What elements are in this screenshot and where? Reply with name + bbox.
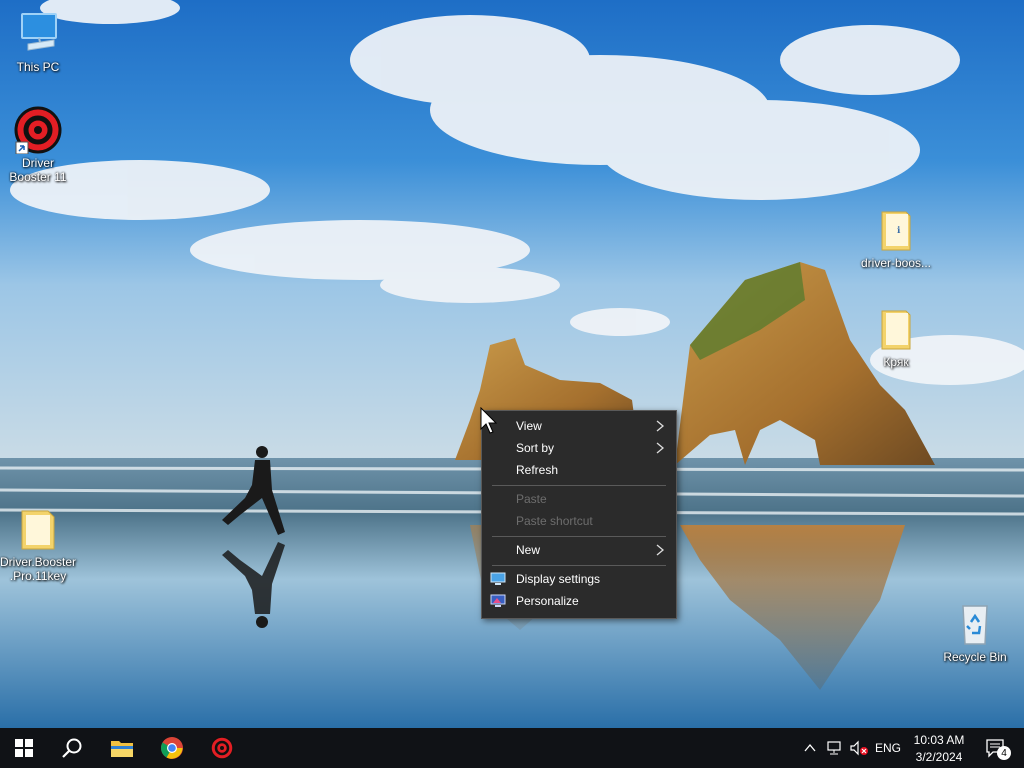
desktop-context-menu: View Sort by Refresh Paste Paste shortcu… <box>481 410 677 619</box>
menu-separator <box>492 536 666 537</box>
desktop-icon-driver-booster-folder[interactable]: Driver.Booster .Pro.11key <box>0 505 76 583</box>
menu-item-sort-by[interactable]: Sort by <box>482 437 676 459</box>
personalize-icon <box>490 594 506 607</box>
clock-time: 10:03 AM <box>913 732 965 747</box>
menu-item-display-settings[interactable]: Display settings <box>482 568 676 590</box>
menu-item-label: Paste shortcut <box>516 514 593 528</box>
search-button[interactable] <box>48 728 96 768</box>
taskbar-chrome[interactable] <box>148 728 196 768</box>
menu-item-new[interactable]: New <box>482 539 676 561</box>
desktop-icon-label: Driver.Booster .Pro.11key <box>0 555 77 583</box>
start-button[interactable] <box>0 728 48 768</box>
menu-item-paste-shortcut[interactable]: Paste shortcut <box>482 510 676 532</box>
clock[interactable]: 10:03 AM 3/2/2024 <box>908 728 970 768</box>
menu-item-label: Refresh <box>516 463 559 477</box>
taskbar: ENG 10:03 AM 3/2/2024 4 <box>0 728 1024 768</box>
chevron-right-icon <box>656 420 665 432</box>
menu-item-label: Display settings <box>516 572 601 586</box>
menu-separator <box>492 565 666 566</box>
language-indicator[interactable]: ENG <box>872 728 904 768</box>
chevron-right-icon <box>656 544 665 556</box>
desktop-icon-label: driver-boos... <box>860 256 932 270</box>
display-settings-icon <box>490 572 506 585</box>
menu-item-label: View <box>516 419 542 433</box>
svg-text:ℹ: ℹ <box>897 225 901 235</box>
desktop-icon-label: Recycle Bin <box>943 650 1007 664</box>
desktop-icon-driver-booster[interactable]: Driver Booster 11 <box>0 106 76 184</box>
windows-logo-icon <box>15 739 33 757</box>
menu-item-paste[interactable]: Paste <box>482 488 676 510</box>
folder-icon <box>111 741 133 757</box>
folder-icon <box>872 305 920 353</box>
desktop-icon-label: Кряк <box>883 355 909 369</box>
network-status[interactable] <box>824 728 846 768</box>
folder-icon <box>14 505 62 553</box>
driver-booster-icon <box>210 736 234 760</box>
desktop-icon-label: Driver Booster 11 <box>9 156 67 184</box>
show-hidden-icons-button[interactable] <box>800 728 820 768</box>
menu-item-label: New <box>516 543 541 557</box>
menu-item-refresh[interactable]: Refresh <box>482 459 676 481</box>
desktop-icon-driver-boos[interactable]: ℹ driver-boos... <box>858 206 934 270</box>
menu-item-label: Personalize <box>516 594 579 608</box>
desktop-icon-this-pc[interactable]: This PC <box>0 10 76 74</box>
taskbar-file-explorer[interactable] <box>98 728 146 768</box>
menu-item-personalize[interactable]: Personalize <box>482 590 676 612</box>
taskbar-driver-booster[interactable] <box>198 728 246 768</box>
menu-item-view[interactable]: View <box>482 415 676 437</box>
search-icon <box>62 738 82 758</box>
desktop-icon-kryak[interactable]: Кряк <box>858 305 934 369</box>
menu-item-label: Sort by <box>516 441 555 455</box>
driver-booster-icon <box>14 106 62 155</box>
recycle-bin-icon <box>951 600 999 648</box>
network-icon <box>827 741 841 755</box>
folder-icon: ℹ <box>872 206 920 254</box>
menu-item-label: Paste <box>516 492 547 506</box>
notification-badge: 4 <box>997 746 1011 760</box>
action-center-button[interactable]: 4 <box>978 728 1014 768</box>
volume-status[interactable] <box>848 728 870 768</box>
mouse-cursor-icon <box>480 407 498 434</box>
computer-monitor-icon <box>14 10 62 58</box>
chevron-up-icon <box>804 743 816 752</box>
desktop-icon-label: This PC <box>16 60 60 74</box>
speaker-muted-icon <box>850 740 868 756</box>
chevron-right-icon <box>656 442 665 454</box>
chrome-icon <box>161 737 183 759</box>
desktop-icon-recycle-bin[interactable]: Recycle Bin <box>937 600 1013 664</box>
menu-separator <box>492 485 666 486</box>
clock-date: 3/2/2024 <box>915 749 963 764</box>
